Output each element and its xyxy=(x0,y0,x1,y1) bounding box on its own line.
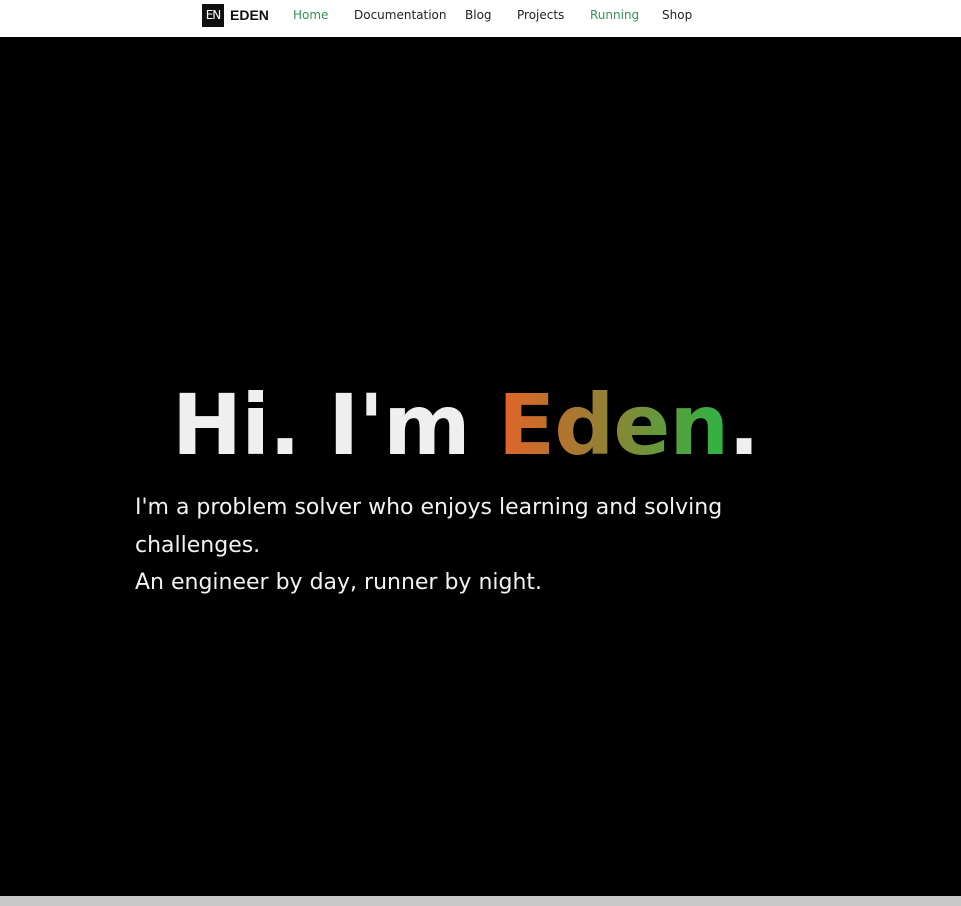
nav-projects-link[interactable]: Projects xyxy=(517,0,564,31)
nav-home-link[interactable]: Home xyxy=(293,0,328,31)
nav-documentation-link[interactable]: Documentation xyxy=(354,0,447,31)
nav-blog-link[interactable]: Blog xyxy=(465,0,492,31)
horizontal-scrollbar[interactable] xyxy=(0,896,961,906)
hero-name: Eden xyxy=(497,376,729,474)
hero-greeting: Hi. I'm xyxy=(171,376,498,474)
top-nav-bar: EN EDEN Home Documentation Blog Projects… xyxy=(0,0,961,37)
intro-line-1: I'm a problem solver who enjoys learning… xyxy=(135,495,723,558)
hero-heading: Hi. I'm Eden. xyxy=(0,376,931,474)
nav-shop-link[interactable]: Shop xyxy=(662,0,692,31)
intro-line-2: An engineer by day, runner by night. xyxy=(135,570,543,595)
logo-text[interactable]: EDEN xyxy=(230,7,269,23)
hero-intro: I'm a problem solver who enjoys learning… xyxy=(135,489,755,602)
hero-period: . xyxy=(728,376,760,474)
logo-badge[interactable]: EN xyxy=(202,4,224,27)
nav-running-link[interactable]: Running xyxy=(590,0,639,31)
